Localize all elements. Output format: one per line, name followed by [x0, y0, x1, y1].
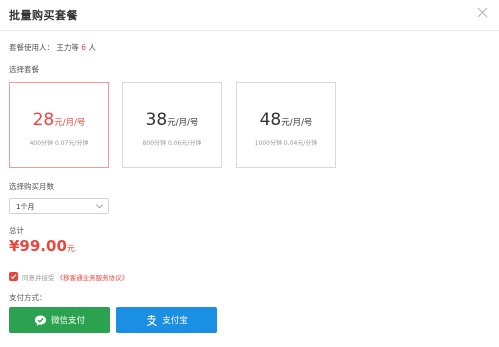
total-amount-unit: 元	[66, 244, 75, 253]
purchase-dialog: 批量购买套餐 套餐使用人： 王力等 6 人 选择套餐 28元/月/号 400分钟…	[0, 0, 499, 347]
plan-card-38[interactable]: 38元/月/号 800分钟 0.06元/分钟	[122, 82, 222, 168]
total-amount: ¥99.00元	[9, 236, 75, 255]
payment-label: 支付方式：	[9, 293, 47, 302]
dialog-title: 批量购买套餐	[9, 9, 78, 22]
users-names: 王力等	[56, 43, 79, 52]
alipay-label: 支付宝	[162, 316, 188, 326]
close-icon[interactable]	[476, 6, 489, 19]
plan-rate: 0.04元/分钟	[283, 140, 318, 147]
plan-price: 28元/月/号	[10, 110, 108, 130]
month-select[interactable]: 1个月	[9, 198, 109, 214]
plan-price-value: 28	[32, 110, 55, 130]
plan-card-48[interactable]: 48元/月/号 1000分钟 0.04元/分钟	[236, 82, 336, 168]
agreement-link[interactable]: 《移客通业务服务协议》	[57, 274, 129, 282]
users-count: 6	[81, 43, 87, 52]
wechat-icon	[34, 314, 47, 326]
plan-price: 38元/月/号	[123, 110, 221, 130]
plan-card-28[interactable]: 28元/月/号 400分钟 0.07元/分钟	[9, 82, 109, 168]
plan-price-value: 38	[145, 110, 168, 130]
plan-price-unit: 元/月/号	[281, 118, 313, 128]
agreement-prefix: 同意并接受	[22, 274, 55, 282]
agreement-text: 同意并接受 《移客通业务服务协议》	[22, 272, 128, 282]
title-divider	[0, 30, 499, 31]
plan-price-unit: 元/月/号	[167, 118, 199, 128]
month-select-value: 1个月	[16, 203, 35, 211]
plan-rate: 0.07元/分钟	[54, 140, 89, 147]
total-label: 总计	[9, 226, 24, 235]
alipay-button[interactable]: 支付宝	[116, 307, 217, 333]
wechat-pay-label: 微信支付	[50, 316, 85, 326]
users-unit: 人	[88, 43, 96, 52]
plan-rate: 0.06元/分钟	[167, 140, 202, 147]
plan-price-unit: 元/月/号	[54, 118, 86, 128]
chevron-down-icon	[96, 204, 103, 209]
alipay-icon	[147, 314, 158, 326]
plan-section-label: 选择套餐	[9, 65, 39, 74]
plan-details: 1000分钟 0.04元/分钟	[237, 138, 335, 147]
plan-details: 400分钟 0.07元/分钟	[10, 138, 108, 147]
plan-minutes: 400分钟	[29, 140, 54, 147]
plan-price: 48元/月/号	[237, 110, 335, 130]
wechat-pay-button[interactable]: 微信支付	[9, 307, 110, 333]
total-amount-value: ¥99.00	[9, 237, 67, 255]
package-users: 套餐使用人： 王力等 6 人	[9, 42, 96, 53]
users-label: 套餐使用人：	[9, 43, 54, 52]
plan-price-value: 48	[259, 110, 282, 130]
agreement-checkbox[interactable]	[9, 272, 18, 281]
plan-minutes: 800分钟	[142, 140, 167, 147]
check-icon	[10, 274, 17, 280]
months-section-label: 选择购买月数	[9, 182, 54, 191]
plan-details: 800分钟 0.06元/分钟	[123, 138, 221, 147]
plan-minutes: 1000分钟	[254, 140, 282, 147]
